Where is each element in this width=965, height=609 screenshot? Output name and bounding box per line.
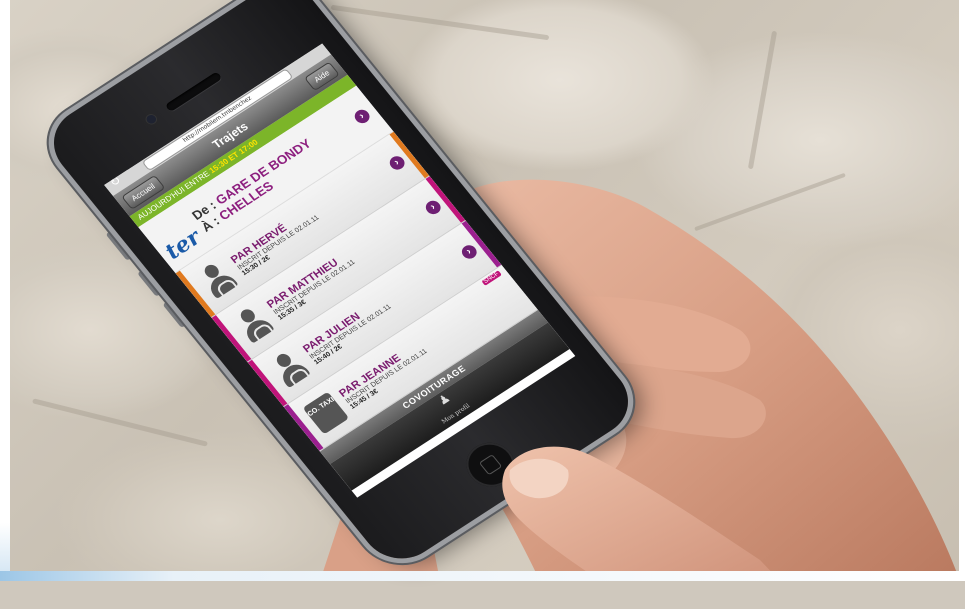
speaker-grille — [164, 71, 223, 113]
home-button[interactable] — [456, 434, 525, 496]
tab-profile-label: Mon profil — [440, 402, 472, 426]
camera-icon — [144, 113, 158, 126]
chevron-right-icon[interactable]: › — [351, 107, 373, 126]
